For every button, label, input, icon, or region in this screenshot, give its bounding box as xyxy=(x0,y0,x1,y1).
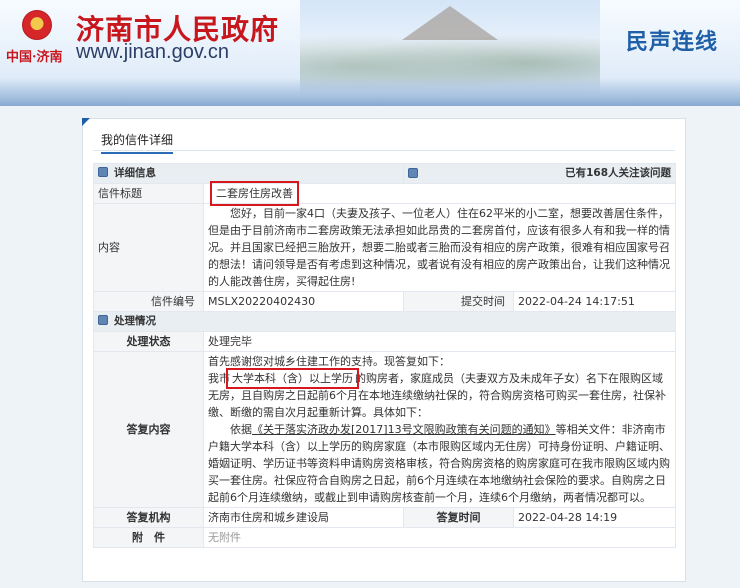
national-emblem-icon[interactable] xyxy=(22,10,52,40)
status-row: 处理状态 处理完毕 xyxy=(93,331,677,352)
city-logo[interactable]: 中国·济南 xyxy=(6,46,63,65)
process-section-title-cell: 处理情况 xyxy=(92,311,677,332)
channel-title[interactable]: 民声连线 xyxy=(626,24,718,56)
status-label: 处理状态 xyxy=(93,331,204,352)
reply-content: 首先感谢您对城乡住建工作的支持。现答复如下： 我市 大学本科（含）以上学历 的购房者… xyxy=(202,351,677,508)
number-value: MSLX20220402430 xyxy=(203,291,404,312)
reply-paragraph-1: 首先感谢您对城乡住建工作的支持。现答复如下： xyxy=(208,355,450,368)
follow-icon xyxy=(408,168,418,178)
status-value: 处理完毕 xyxy=(202,331,677,352)
attachment-label: 附 件 xyxy=(93,527,204,548)
process-section-title: 处理情况 xyxy=(114,315,156,327)
content-row: 内容 您好，目前一家4口（夫妻及孩子、一位老人）住在62平米的小二室，想要改善居… xyxy=(93,203,677,292)
detail-section-title: 详细信息 xyxy=(114,167,156,179)
content-label: 内容 xyxy=(93,203,204,292)
subject-label: 信件标题 xyxy=(93,183,204,204)
reply-p2-prefix: 我市 xyxy=(208,372,230,385)
attachment-row: 附 件 无附件 xyxy=(93,527,677,548)
reply-p3-prefix: 依据 xyxy=(230,423,252,436)
panel-divider xyxy=(93,150,675,151)
policy-document-link[interactable]: 《关于落实济政办发[2017]13号文限购政策有关问题的通知》 xyxy=(252,423,556,436)
process-section-header: 处理情况 xyxy=(92,311,677,332)
reply-p2-highlight: 大学本科（含）以上学历 xyxy=(226,368,359,389)
org-value: 济南市住房和城乡建设局 xyxy=(203,507,404,528)
attachment-value: 无附件 xyxy=(202,527,677,548)
panel-corner-marker xyxy=(82,118,90,126)
reply-paragraph-2: 我市 大学本科（含）以上学历 的购房者，家庭成员（夫妻双方及未成年子女）名下在限购区… xyxy=(208,368,671,421)
letter-detail-table: 详细信息 已有168人关注该问题 信件标题 二套房住房改善 内容 您好，目前一家… xyxy=(92,163,677,548)
detail-section-header: 详细信息 已有168人关注该问题 xyxy=(93,163,677,184)
number-row: 信件编号 MSLX20220402430 提交时间 2022-04-24 14:… xyxy=(93,291,677,312)
subject-cell: 二套房住房改善 xyxy=(202,181,677,206)
reply-label: 答复内容 xyxy=(93,351,204,508)
subject-row: 信件标题 二套房住房改善 xyxy=(93,181,677,206)
number-label: 信件编号 xyxy=(93,291,204,312)
submit-time-label: 提交时间 xyxy=(403,291,514,312)
site-url[interactable]: www.jinan.gov.cn xyxy=(76,41,229,64)
org-label: 答复机构 xyxy=(93,507,204,528)
reply-paragraph-3: 依据《关于落实济政办发[2017]13号文限购政策有关问题的通知》等相关文件：非… xyxy=(208,421,671,506)
follow-count-cell: 已有168人关注该问题 xyxy=(402,163,677,184)
site-header: 济南市人民政府 中国·济南 www.jinan.gov.cn 民声连线 xyxy=(0,0,740,106)
org-row: 答复机构 济南市住房和城乡建设局 答复时间 2022-04-28 14:19 xyxy=(93,507,677,528)
letter-detail-panel: 我的信件详细 详细信息 已有168人关注该问题 信件标题 二套房住房改善 内容 xyxy=(82,118,686,582)
header-wave-decoration xyxy=(0,78,740,106)
process-section-icon xyxy=(98,315,108,325)
reply-time-value: 2022-04-28 14:19 xyxy=(512,507,677,528)
follow-count: 已有168人关注该问题 xyxy=(565,167,672,179)
submit-time-value: 2022-04-24 14:17:51 xyxy=(512,291,677,312)
reply-time-label: 答复时间 xyxy=(403,507,514,528)
reply-row: 答复内容 首先感谢您对城乡住建工作的支持。现答复如下： 我市 大学本科（含）以上学… xyxy=(93,351,677,508)
detail-section-icon xyxy=(98,167,108,177)
content-value: 您好，目前一家4口（夫妻及孩子、一位老人）住在62平米的小二室，想要改善居住条件… xyxy=(202,203,677,292)
subject-value: 二套房住房改善 xyxy=(210,181,299,206)
detail-section-title-cell: 详细信息 xyxy=(93,163,404,184)
